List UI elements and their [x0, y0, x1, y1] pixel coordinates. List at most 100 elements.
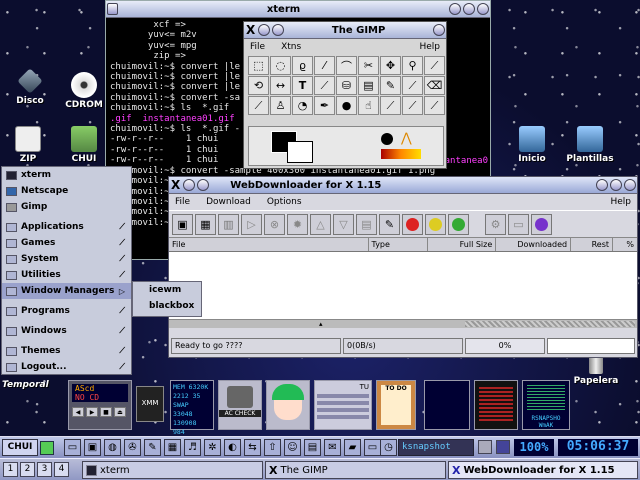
app-icon[interactable] [40, 441, 54, 455]
calc-icon[interactable]: ▤ [304, 439, 321, 456]
measure-icon[interactable]: ⟋ [380, 96, 401, 115]
settings-icon[interactable]: ⚙ [485, 213, 506, 235]
monitor-icon[interactable]: ▦ [164, 439, 181, 456]
bezier-icon[interactable]: ⌒ [336, 56, 357, 75]
up-arrow-icon[interactable]: ⇧ [264, 439, 281, 456]
move-up-icon[interactable]: △ [310, 213, 331, 235]
stop-icon[interactable]: ⊗ [264, 213, 285, 235]
blend-icon[interactable]: ▤ [358, 76, 379, 95]
text-icon[interactable]: T [292, 76, 313, 95]
dodge-icon[interactable]: ● [336, 96, 357, 115]
move-down-icon[interactable]: ▽ [333, 213, 354, 235]
window-icon[interactable]: ▭ [508, 213, 529, 235]
task-button-webdownloader[interactable]: X WebDownloader for X 1.15 [448, 461, 638, 479]
stop-icon[interactable]: ■ [100, 407, 112, 417]
menu-xtns[interactable]: Xtns [281, 42, 301, 52]
maximize-button[interactable] [463, 3, 475, 15]
shade-button[interactable] [596, 179, 608, 191]
menu-item-system[interactable]: System ⟋ [2, 251, 131, 267]
submenu-item-icewm[interactable]: icewm [133, 282, 201, 298]
menu-item-applications[interactable]: Applications ⟋ [2, 219, 131, 235]
menu-item-logout[interactable]: Logout... ⟋ [2, 359, 131, 375]
menu-item-gimp[interactable]: Gimp [2, 199, 131, 215]
desktop-icon-cdrom[interactable]: CDROM [60, 72, 108, 110]
start-button[interactable]: CHUI [2, 439, 38, 456]
paste-download-icon[interactable]: ▦ [195, 213, 216, 235]
maximize-button[interactable] [610, 179, 622, 191]
column-header-rest[interactable]: Rest [571, 238, 614, 251]
menu-item-window-managers[interactable]: Window Managers ▷ [2, 283, 131, 299]
scroll-arrow-icon[interactable]: ▴ [319, 320, 323, 328]
close-button[interactable] [624, 179, 636, 191]
delete-download-icon[interactable]: ▥ [218, 213, 239, 235]
ellipse-select-icon[interactable]: ◌ [270, 56, 291, 75]
airbrush-icon[interactable]: ⟋ [248, 96, 269, 115]
gradient-preview[interactable] [381, 149, 421, 159]
download-list[interactable] [169, 252, 637, 319]
menu-file[interactable]: File [250, 42, 265, 52]
workspace-3-button[interactable]: 3 [37, 462, 52, 477]
scissors-icon[interactable]: ✂ [358, 56, 379, 75]
eject-icon[interactable]: ⏏ [114, 407, 126, 417]
pencil-icon[interactable]: ✎ [380, 76, 401, 95]
clone-icon[interactable]: ♙ [270, 96, 291, 115]
minimize-button[interactable] [183, 179, 196, 191]
column-header-file[interactable]: File [169, 238, 369, 251]
menu-item-programs[interactable]: Programs ⟋ [2, 303, 131, 319]
lasso-icon[interactable]: ϱ [292, 56, 313, 75]
workspace-2-button[interactable]: 2 [20, 462, 35, 477]
add-download-icon[interactable]: ▣ [172, 213, 193, 235]
xterm-titlebar[interactable]: xterm [106, 1, 490, 18]
log-icon[interactable]: ✎ [379, 213, 400, 235]
window-menu-icon[interactable] [107, 3, 118, 15]
transform-icon[interactable]: ⟲ [248, 76, 269, 95]
clock-icon[interactable]: ◷ [380, 439, 397, 456]
green-light-icon[interactable] [448, 213, 469, 235]
desktop-icon-disco[interactable]: Disco [6, 68, 54, 106]
mail-icon[interactable]: ✉ [324, 439, 341, 456]
task-button-xterm[interactable]: xterm [82, 461, 263, 479]
folder-icon[interactable]: ▰ [344, 439, 361, 456]
flip-icon[interactable]: ↔ [270, 76, 291, 95]
move-icon[interactable]: ✥ [380, 56, 401, 75]
net-applet[interactable]: RSNAPSHO WmAK [522, 380, 570, 430]
clock-display[interactable]: 05:06:37 [558, 439, 638, 456]
eraser-icon[interactable]: ⌫ [424, 76, 445, 95]
column-header-full-size[interactable]: Full Size [428, 238, 497, 251]
menu-help[interactable]: Help [610, 197, 631, 207]
submenu-item-blackbox[interactable]: blackbox [133, 298, 201, 314]
smudge-icon[interactable]: ☝ [358, 96, 379, 115]
window-icon[interactable]: ▭ [364, 439, 381, 456]
bucket-fill-icon[interactable]: ⛁ [336, 76, 357, 95]
applet-slot-icon[interactable] [478, 440, 492, 454]
color-picker-icon[interactable]: ⟋ [314, 76, 335, 95]
properties-icon[interactable]: ▤ [356, 213, 377, 235]
column-header-downloaded[interactable]: Downloaded [496, 238, 572, 251]
red-light-icon[interactable] [402, 213, 423, 235]
todo-applet[interactable]: TO DO [376, 380, 416, 430]
menu-item-games[interactable]: Games ⟋ [2, 235, 131, 251]
desktop-icon[interactable]: ▭ [64, 439, 81, 456]
gimp-toolbox-window[interactable]: X The GIMP File Xtns Help ⬚ ◌ ϱ ⁄ ⌒ ✂ ✥ … [243, 21, 447, 169]
menu-file[interactable]: File [175, 197, 190, 207]
desktop-icon-chui[interactable]: CHUI [60, 126, 108, 164]
ascd-applet[interactable]: AScd NO CD ◀ ▶ ■ ⏏ [68, 380, 132, 430]
clock-applet[interactable] [424, 380, 470, 430]
prev-track-icon[interactable]: ◀ [72, 407, 84, 417]
gimp-titlebar[interactable]: X The GIMP [244, 22, 446, 39]
column-header-percent[interactable]: % [613, 238, 637, 251]
paintbrush-icon[interactable]: ⟋ [402, 76, 423, 95]
menu-item-utilities[interactable]: Utilities ⟋ [2, 267, 131, 283]
rect-select-icon[interactable]: ⬚ [248, 56, 269, 75]
load-graph-applet[interactable] [474, 380, 518, 430]
tu-applet[interactable]: TU [314, 380, 372, 430]
pattern-icon[interactable]: ⋀ [401, 131, 412, 146]
desktop-icon-inicio[interactable]: Inicio [508, 126, 556, 164]
menu-item-xterm[interactable]: xterm [2, 167, 131, 183]
webdownloader-window[interactable]: X WebDownloader for X 1.15 File Download… [168, 176, 638, 358]
horizontal-scrollbar[interactable]: ▴ [169, 319, 637, 328]
desktop-icon-plantillas[interactable]: Plantillas [562, 126, 618, 164]
crop-icon[interactable]: ⟋ [424, 56, 445, 75]
terminal-icon[interactable]: ▣ [84, 439, 101, 456]
menu-download[interactable]: Download [206, 197, 251, 207]
